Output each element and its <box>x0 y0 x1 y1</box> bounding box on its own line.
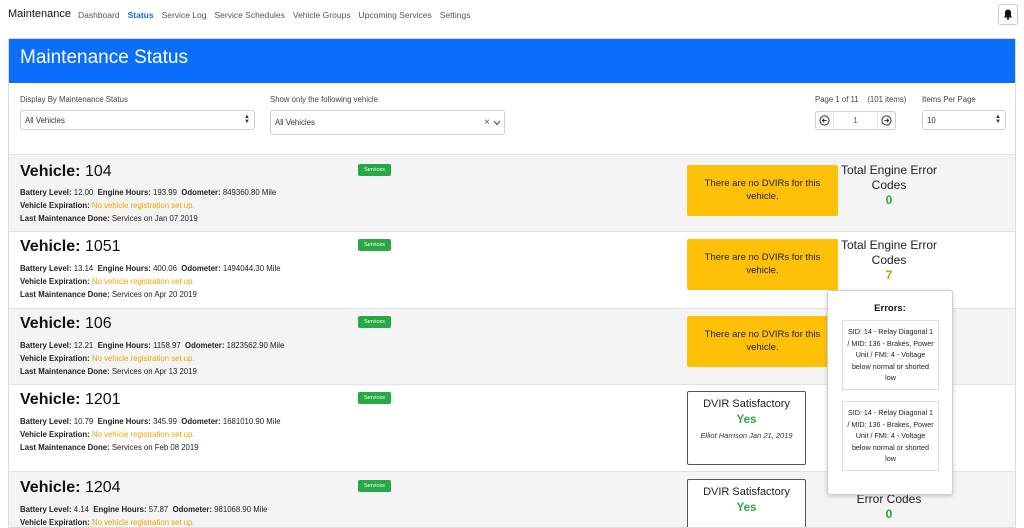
updown-icon: ▲ ▼ <box>244 114 250 125</box>
status-filter-value: All Vehicles <box>25 115 65 125</box>
dvir-title: DVIR Satisfactory <box>703 398 790 410</box>
vehicle-expiration: Vehicle Expiration: No vehicle registrat… <box>20 354 195 363</box>
page-number-text: Page 1 of 11 <box>815 95 859 104</box>
items-per-page-select[interactable]: 10 ▲ ▼ <box>922 110 1006 130</box>
vehicle-filter-label: Show only the following vehicle <box>270 95 378 104</box>
updown-icon: ▲ ▼ <box>995 114 1001 125</box>
error-codes-count[interactable]: 0 <box>829 193 949 207</box>
vehicle-title: Vehicle: 104 <box>20 163 112 180</box>
page-title: Maintenance Status <box>20 47 188 68</box>
vehicle-filter-select[interactable]: All Vehicles × <box>270 110 505 135</box>
services-badge[interactable]: Services <box>358 239 391 251</box>
dvir-inspector: Elliot Harrison Jan 21, 2019 <box>700 431 793 440</box>
dvir-status-box: There are no DVIRs for this vehicle. <box>687 239 838 290</box>
arrow-left-circle-icon <box>819 115 830 126</box>
items-count-text: (101 items) <box>867 95 907 104</box>
vehicle-row: Vehicle: 104 Services Battery Level: 12.… <box>9 154 1015 231</box>
total-error-codes-label: Total Engine Error Codes <box>840 163 938 192</box>
status-filter-label: Display By Maintenance Status <box>20 95 128 104</box>
vehicle-expiration: Vehicle Expiration: No vehicle registrat… <box>20 201 195 210</box>
clear-icon[interactable]: × <box>484 117 490 128</box>
arrow-right-circle-icon <box>881 115 892 126</box>
dvir-status-box: There are no DVIRs for this vehicle. <box>687 165 838 216</box>
maintenance-status-card: Maintenance Status Display By Maintenanc… <box>8 38 1016 528</box>
vehicle-title: Vehicle: 1051 <box>20 238 121 255</box>
nav-status[interactable]: Status <box>128 10 154 20</box>
items-per-page-value: 10 <box>927 115 936 125</box>
error-item: SID: 14 - Relay Diagonal 1 / MID: 136 - … <box>842 320 939 390</box>
vehicle-filter-value: All Vehicles <box>275 118 315 127</box>
vehicle-expiration: Vehicle Expiration: No vehicle registrat… <box>20 277 195 286</box>
dvir-result: Yes <box>736 414 757 426</box>
last-maintenance: Last Maintenance Done: Services on Apr 2… <box>20 290 197 299</box>
vehicle-title: Vehicle: 1201 <box>20 391 121 408</box>
bell-icon <box>1004 9 1012 20</box>
errors-popover: Errors: SID: 14 - Relay Diagonal 1 / MID… <box>827 290 953 495</box>
page-header: Maintenance Status <box>9 39 1015 83</box>
next-page-button[interactable] <box>878 112 895 129</box>
dvir-status-box: DVIR Satisfactory Yes <box>687 479 806 527</box>
vehicle-metrics: Battery Level: 12.21 Engine Hours: 1158.… <box>20 341 285 350</box>
last-maintenance: Last Maintenance Done: Services on Feb 0… <box>20 443 199 452</box>
nav-dashboard[interactable]: Dashboard <box>78 10 120 20</box>
services-badge[interactable]: Services <box>358 316 391 328</box>
dvir-status-box: There are no DVIRs for this vehicle. <box>687 316 838 367</box>
nav-service-log[interactable]: Service Log <box>162 10 207 20</box>
top-navbar: Maintenance Dashboard Status Service Log… <box>0 0 1024 30</box>
notifications-button[interactable] <box>998 4 1018 25</box>
vehicle-metrics: Battery Level: 10.79 Engine Hours: 345.9… <box>20 417 281 426</box>
vehicle-metrics: Battery Level: 4.14 Engine Hours: 57.87 … <box>20 505 268 514</box>
page-info: Page 1 of 11 (101 items) <box>815 95 906 104</box>
nav-links: Dashboard Status Service Log Service Sch… <box>78 10 478 20</box>
nav-settings[interactable]: Settings <box>440 10 471 20</box>
dvir-result: Yes <box>736 502 757 514</box>
dvir-status-box: DVIR Satisfactory Yes Elliot Harrison Ja… <box>687 391 806 465</box>
services-badge[interactable]: Services <box>358 392 391 404</box>
popover-title: Errors: <box>874 303 906 314</box>
chevron-down-icon <box>493 120 501 126</box>
vehicle-title: Vehicle: 106 <box>20 315 112 332</box>
vehicle-metrics: Battery Level: 12.00 Engine Hours: 193.9… <box>20 188 277 197</box>
error-item: SID: 14 - Relay Diagonal 1 / MID: 136 - … <box>842 401 939 471</box>
total-error-codes-label: Total Engine Error Codes <box>840 238 938 267</box>
nav-vehicle-groups[interactable]: Vehicle Groups <box>293 10 351 20</box>
nav-upcoming-services[interactable]: Upcoming Services <box>359 10 432 20</box>
dvir-title: DVIR Satisfactory <box>703 486 790 498</box>
brand-title[interactable]: Maintenance <box>8 8 71 20</box>
current-page-input[interactable]: 1 <box>833 112 878 129</box>
prev-page-button[interactable] <box>816 112 833 129</box>
nav-service-schedules[interactable]: Service Schedules <box>214 10 284 20</box>
vehicle-expiration: Vehicle Expiration: No vehicle registrat… <box>20 518 195 527</box>
vehicle-expiration: Vehicle Expiration: No vehicle registrat… <box>20 430 195 439</box>
pagination: 1 <box>815 111 896 130</box>
services-badge[interactable]: Services <box>358 480 391 492</box>
status-filter-select[interactable]: All Vehicles ▲ ▼ <box>20 110 255 130</box>
vehicle-title: Vehicle: 1204 <box>20 479 121 496</box>
items-per-page-label: Items Per Page <box>922 95 976 104</box>
vehicle-metrics: Battery Level: 13.14 Engine Hours: 400.0… <box>20 264 281 273</box>
error-codes-count[interactable]: 7 <box>829 268 949 282</box>
last-maintenance: Last Maintenance Done: Services on Jan 0… <box>20 214 198 223</box>
error-codes-count[interactable]: 0 <box>829 507 949 521</box>
services-badge[interactable]: Services <box>358 164 391 176</box>
last-maintenance: Last Maintenance Done: Services on Apr 1… <box>20 367 197 376</box>
